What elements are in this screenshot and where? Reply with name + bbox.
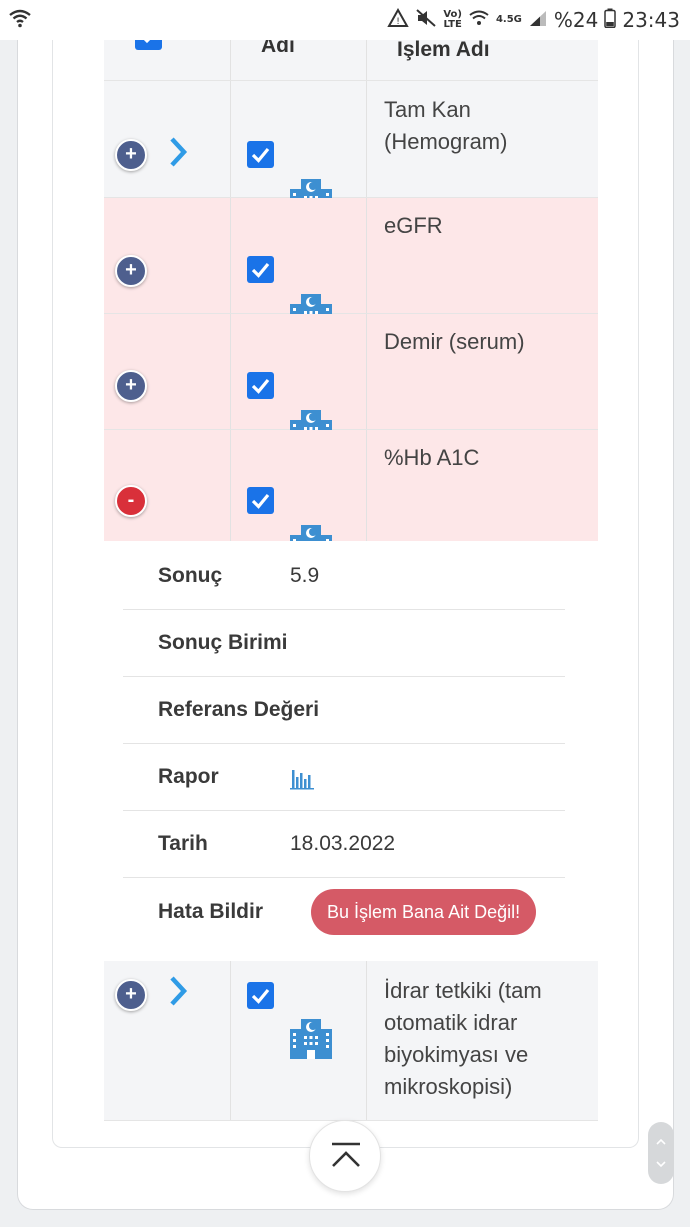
date-value: 18.03.2022: [290, 832, 396, 855]
detail-row-unit: Sonuç Birimi: [123, 610, 565, 677]
scroll-arrows-icon: [654, 1134, 668, 1177]
wifi-icon: [8, 8, 32, 32]
svg-text:!: !: [397, 17, 401, 27]
detail-row-reference: Referans Değeri: [123, 677, 565, 744]
row-checkbox[interactable]: [247, 487, 274, 514]
hospital-icon: [288, 1015, 334, 1066]
expand-button[interactable]: +: [115, 255, 147, 287]
mute-icon: [415, 8, 437, 33]
chevron-right-icon[interactable]: [168, 975, 188, 1012]
wifi-signal-icon: [468, 8, 490, 32]
report-error-label: Hata Bildir: [158, 899, 264, 923]
battery-icon: [604, 8, 617, 33]
procedure-name: Demir (serum): [384, 329, 525, 354]
status-bar: ! Vo) LTE 4.5G %24 23:43: [0, 0, 690, 40]
detail-row-report: Rapor: [123, 744, 565, 811]
procedure-name: İdrar tetkiki (tam otomatik idrar biyoki…: [384, 978, 542, 1099]
row-checkbox[interactable]: [247, 256, 274, 283]
table-header: Adı İşlem Adı: [104, 31, 598, 81]
expand-button[interactable]: +: [115, 370, 147, 402]
battery-percent: %24: [553, 8, 599, 32]
row-checkbox[interactable]: [247, 141, 274, 168]
unit-label: Sonuç Birimi: [158, 631, 288, 654]
detail-row-report-error: Hata Bildir Bu İşlem Bana Ait Değil!: [123, 878, 565, 945]
bar-chart-icon[interactable]: [290, 768, 314, 796]
procedure-name: %Hb A1C: [384, 445, 480, 470]
network-type: 4.5G: [495, 14, 522, 25]
scroll-to-top-button[interactable]: [309, 1120, 381, 1192]
row-checkbox[interactable]: [247, 372, 274, 399]
table-row: + eGFR: [104, 198, 598, 334]
fast-scroll-handle[interactable]: [648, 1122, 674, 1184]
expand-button[interactable]: +: [115, 979, 147, 1011]
procedure-name: eGFR: [384, 213, 443, 238]
chevron-right-icon[interactable]: [168, 136, 188, 173]
result-detail-panel: Sonuç 5.9 Sonuç Birimi Referans Değeri R…: [104, 541, 598, 961]
row-checkbox[interactable]: [247, 982, 274, 1009]
clock: 23:43: [622, 8, 680, 32]
nfc-alert-icon: !: [387, 7, 410, 33]
reference-label: Referans Değeri: [158, 698, 320, 721]
table-row: - %Hb A1C: [104, 430, 598, 565]
chevron-up-icon: [330, 1142, 362, 1175]
table-row: + Demir (serum): [104, 314, 598, 450]
result-label: Sonuç: [158, 564, 223, 587]
detail-row-date: Tarih 18.03.2022: [123, 811, 565, 878]
volte-indicator: Vo) LTE: [443, 9, 462, 30]
detail-row-result: Sonuç 5.9: [123, 543, 565, 610]
procedure-name: Tam Kan (Hemogram): [384, 97, 508, 154]
result-value: 5.9: [290, 564, 320, 587]
report-label: Rapor: [158, 765, 219, 788]
not-mine-button[interactable]: Bu İşlem Bana Ait Değil!: [311, 888, 537, 935]
cell-signal-icon: [528, 8, 548, 32]
date-label: Tarih: [158, 832, 208, 855]
expand-button[interactable]: +: [115, 139, 147, 171]
table-row: + Tam Kan (Hemogram): [104, 81, 598, 219]
collapse-button[interactable]: -: [115, 485, 147, 517]
table-row: + İdrar tetkiki (tam otomatik idrar biyo…: [104, 961, 598, 1121]
